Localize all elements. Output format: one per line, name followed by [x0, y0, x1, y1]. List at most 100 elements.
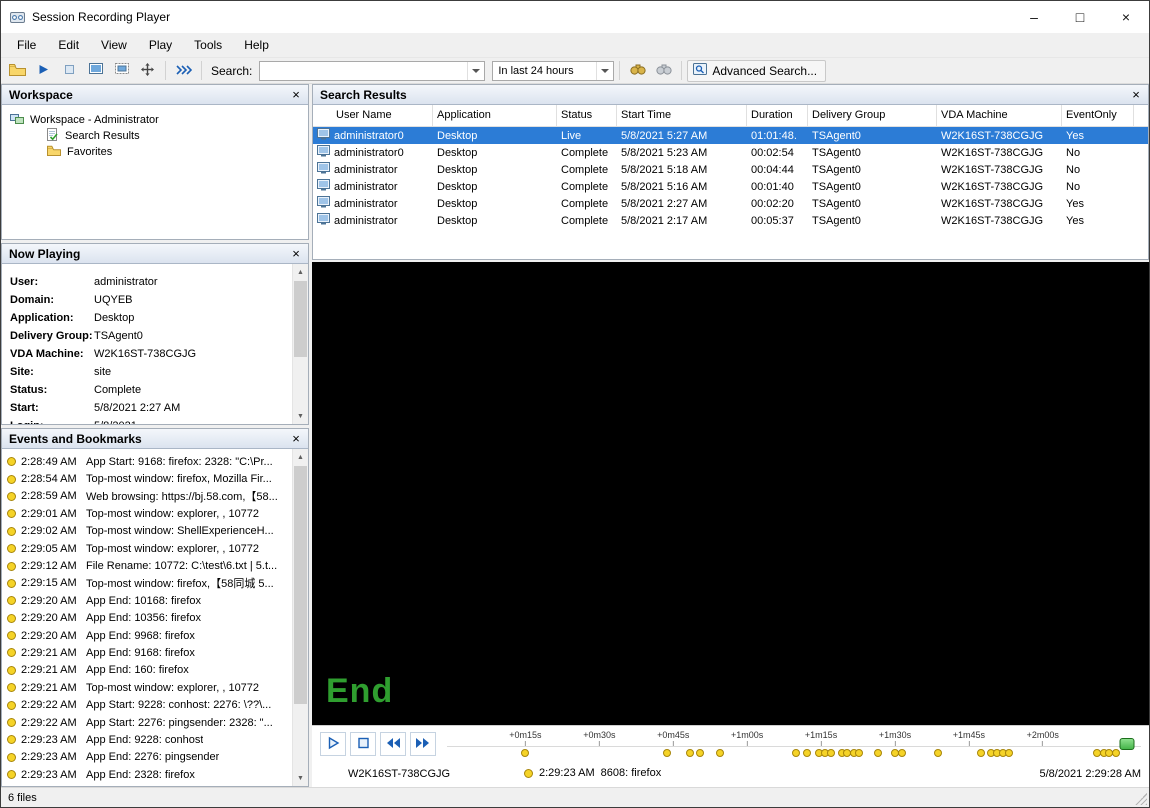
- timeline-event-dot[interactable]: [803, 749, 811, 757]
- favorites-node[interactable]: Favorites: [2, 144, 308, 160]
- find-previous-button[interactable]: [625, 60, 650, 82]
- advanced-search-button[interactable]: Advanced Search...: [687, 60, 826, 82]
- field-label: Application:: [2, 312, 94, 324]
- menu-item[interactable]: Edit: [47, 35, 90, 55]
- timeline-event-dot[interactable]: [1112, 749, 1120, 757]
- seek-timeline[interactable]: +0m15s +0m30s +0m45s: [447, 729, 1141, 761]
- timeline-event-dot[interactable]: [934, 749, 942, 757]
- menu-item[interactable]: Help: [233, 35, 280, 55]
- search-result-row[interactable]: administrator Desktop Complete 5/8/2021 …: [313, 195, 1148, 212]
- tick-mark: [747, 741, 748, 746]
- search-input[interactable]: [260, 62, 484, 80]
- column-header-application[interactable]: Application: [433, 105, 557, 126]
- search-result-row[interactable]: administrator0 Desktop Complete 5/8/2021…: [313, 144, 1148, 161]
- event-time: 2:29:02 AM: [21, 525, 81, 537]
- scroll-down-icon[interactable]: ▼: [293, 770, 308, 786]
- timeline-event-dot[interactable]: [855, 749, 863, 757]
- menu-item[interactable]: Tools: [183, 35, 233, 55]
- resize-grip[interactable]: [1135, 793, 1147, 805]
- search-results-close-icon[interactable]: ×: [1128, 87, 1144, 103]
- stop-toolbar-button[interactable]: [57, 60, 82, 82]
- panes-button[interactable]: [109, 60, 134, 82]
- timeline-event-dot[interactable]: [898, 749, 906, 757]
- timeline-event-dot[interactable]: [686, 749, 694, 757]
- open-file-button[interactable]: [5, 60, 30, 82]
- close-button[interactable]: ×: [1103, 1, 1149, 33]
- search-dropdown-arrow[interactable]: [467, 62, 484, 80]
- time-filter-arrow[interactable]: [596, 62, 613, 80]
- stop-button[interactable]: [350, 732, 376, 756]
- fullscreen-button[interactable]: [83, 60, 108, 82]
- playback-speed-button[interactable]: [171, 60, 196, 82]
- column-header-vda-machine[interactable]: VDA Machine: [937, 105, 1062, 126]
- seek-slider-handle[interactable]: [1120, 738, 1135, 750]
- event-list-item[interactable]: 2:29:15 AM Top-most window: firefox,【58同…: [2, 575, 291, 592]
- search-result-row[interactable]: administrator0 Desktop Live 5/8/2021 5:2…: [313, 127, 1148, 144]
- timeline-event-dot[interactable]: [696, 749, 704, 757]
- event-list-item[interactable]: 2:29:22 AM App Start: 2276: pingsender: …: [2, 714, 291, 731]
- scrollbar-thumb[interactable]: [294, 281, 307, 357]
- event-list-item[interactable]: 2:28:59 AM Web browsing: https://bj.58.c…: [2, 488, 291, 505]
- column-header-status[interactable]: Status: [557, 105, 617, 126]
- scroll-down-icon[interactable]: ▼: [293, 408, 308, 424]
- event-list-item[interactable]: 2:29:12 AM File Rename: 10772: C:\test\6…: [2, 557, 291, 574]
- fast-forward-button[interactable]: [410, 732, 436, 756]
- event-list-item[interactable]: 2:29:05 AM Top-most window: explorer, , …: [2, 540, 291, 557]
- event-list-item[interactable]: 2:29:23 AM App End: 9228: conhost: [2, 731, 291, 748]
- timeline-event-dot[interactable]: [663, 749, 671, 757]
- event-list-item[interactable]: 2:29:23 AM App End: 2328: firefox: [2, 766, 291, 783]
- events-scrollbar[interactable]: ▲ ▼: [292, 449, 308, 786]
- timeline-event-dot[interactable]: [792, 749, 800, 757]
- pan-button[interactable]: [135, 60, 160, 82]
- workspace-close-icon[interactable]: ×: [288, 87, 304, 103]
- event-list-item[interactable]: 2:28:54 AM Top-most window: firefox, Moz…: [2, 470, 291, 487]
- workspace-root-node[interactable]: Workspace - Administrator: [2, 112, 308, 128]
- event-list-item[interactable]: 2:29:21 AM App End: 9168: firefox: [2, 644, 291, 661]
- event-dot-icon: [7, 666, 16, 675]
- column-header-duration[interactable]: Duration: [747, 105, 808, 126]
- event-list-item[interactable]: 2:29:23 AM App End: 2276: pingsender: [2, 749, 291, 766]
- column-header-start-time[interactable]: Start Time: [617, 105, 747, 126]
- search-result-row[interactable]: administrator Desktop Complete 5/8/2021 …: [313, 161, 1148, 178]
- now-playing-scrollbar[interactable]: ▲ ▼: [292, 264, 308, 424]
- now-playing-body: User: administrator Domain: UQYEB Applic…: [2, 264, 308, 424]
- column-header-eventonly[interactable]: EventOnly: [1062, 105, 1134, 126]
- search-result-row[interactable]: administrator Desktop Complete 5/8/2021 …: [313, 212, 1148, 229]
- event-list-item[interactable]: 2:29:21 AM App End: 160: firefox: [2, 662, 291, 679]
- event-list-item[interactable]: 2:29:21 AM Top-most window: explorer, , …: [2, 679, 291, 696]
- search-results-node[interactable]: Search Results: [2, 128, 308, 144]
- scroll-up-icon[interactable]: ▲: [293, 449, 308, 465]
- menu-item[interactable]: View: [90, 35, 138, 55]
- now-playing-close-icon[interactable]: ×: [288, 246, 304, 262]
- timeline-event-dot[interactable]: [716, 749, 724, 757]
- events-close-icon[interactable]: ×: [288, 431, 304, 447]
- rewind-button[interactable]: [380, 732, 406, 756]
- timeline-event-dot[interactable]: [874, 749, 882, 757]
- time-filter-select[interactable]: In last 24 hours: [492, 61, 614, 81]
- event-list-item[interactable]: 2:29:01 AM Top-most window: explorer, , …: [2, 505, 291, 522]
- play-button[interactable]: [320, 732, 346, 756]
- menu-item[interactable]: Play: [138, 35, 183, 55]
- minimize-button[interactable]: –: [1011, 1, 1057, 33]
- search-result-row[interactable]: administrator Desktop Complete 5/8/2021 …: [313, 178, 1148, 195]
- scrollbar-thumb[interactable]: [294, 466, 307, 704]
- column-header-user-name[interactable]: User Name: [313, 105, 433, 126]
- event-list-item[interactable]: 2:28:49 AM App Start: 9168: firefox: 232…: [2, 453, 291, 470]
- event-time: 2:29:12 AM: [21, 560, 81, 572]
- event-list-item[interactable]: 2:29:20 AM App End: 9968: firefox: [2, 627, 291, 644]
- scroll-up-icon[interactable]: ▲: [293, 264, 308, 280]
- play-toolbar-button[interactable]: [31, 60, 56, 82]
- timeline-event-dot[interactable]: [977, 749, 985, 757]
- event-list-item[interactable]: 2:29:22 AM App Start: 9228: conhost: 227…: [2, 696, 291, 713]
- column-header-delivery-group[interactable]: Delivery Group: [808, 105, 937, 126]
- event-list-item[interactable]: 2:29:20 AM App End: 10168: firefox: [2, 592, 291, 609]
- maximize-button[interactable]: □: [1057, 1, 1103, 33]
- timeline-event-dot[interactable]: [827, 749, 835, 757]
- timeline-event-dot[interactable]: [1005, 749, 1013, 757]
- event-list-item[interactable]: 2:29:02 AM Top-most window: ShellExperie…: [2, 523, 291, 540]
- timeline-event-dot[interactable]: [521, 749, 529, 757]
- event-list-item[interactable]: 2:29:20 AM App End: 10356: firefox: [2, 610, 291, 627]
- menu-item[interactable]: File: [6, 35, 47, 55]
- search-combobox[interactable]: [259, 61, 485, 81]
- find-next-button[interactable]: [651, 60, 676, 82]
